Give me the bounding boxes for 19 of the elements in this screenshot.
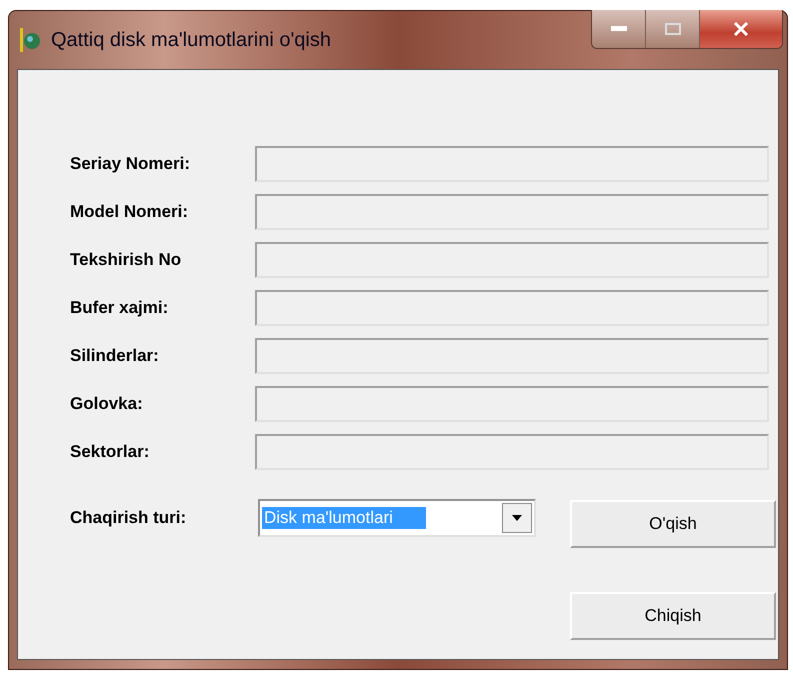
push-button[interactable]: O'qish	[570, 500, 776, 548]
field-label: Model Nomeri:	[70, 202, 190, 222]
field-label: Chaqirish turi:	[70, 508, 188, 528]
maximize-button[interactable]	[646, 10, 700, 48]
field-label: Sektorlar:	[70, 442, 150, 462]
dropdown-arrow-icon	[512, 515, 522, 521]
field-label: Golovka:	[70, 394, 144, 414]
window-title: Qattiq disk ma'lumotlarini o'qish	[51, 28, 331, 53]
field-label: Silinderlar:	[70, 346, 160, 366]
minimize-icon	[610, 26, 626, 32]
minimize-button[interactable]	[592, 10, 646, 48]
close-icon	[733, 22, 749, 36]
maximize-icon	[664, 23, 680, 35]
push-button[interactable]: Chiqish	[570, 592, 776, 640]
globe-icon	[19, 27, 41, 53]
field-label: Tekshirish No	[70, 250, 182, 270]
field-label: Seriay Nomeri:	[70, 154, 191, 174]
field-label: Bufer xajmi:	[70, 298, 170, 318]
close-button[interactable]	[700, 10, 782, 48]
